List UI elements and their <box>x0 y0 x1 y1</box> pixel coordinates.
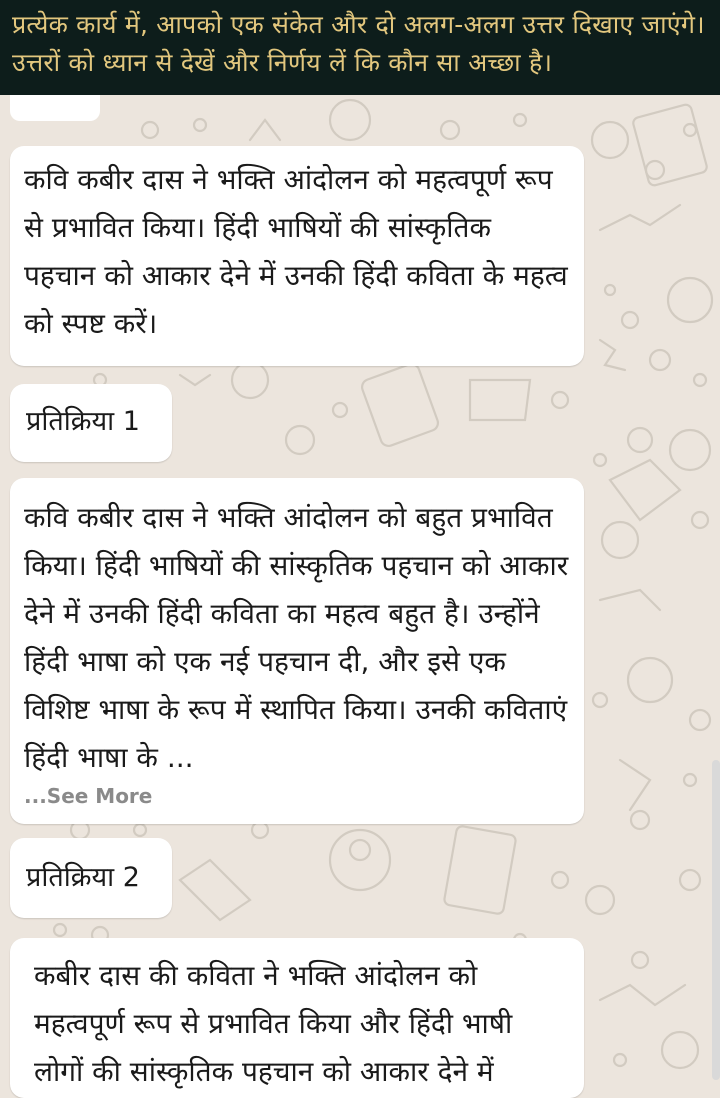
prompt-text: कवि कबीर दास ने भक्ति आंदोलन को महत्वपूर… <box>24 163 568 340</box>
instruction-banner: प्रत्येक कार्य में, आपको एक संकेत और दो … <box>0 0 720 95</box>
response-1-label-bubble: प्रतिक्रिया 1 <box>10 384 172 462</box>
scrollbar[interactable] <box>712 760 720 1080</box>
previous-message-bubble <box>10 95 100 121</box>
response-2-bubble: कबीर दास की कविता ने भक्ति आंदोलन को महत… <box>10 938 584 1098</box>
see-more-link[interactable]: ...See More <box>24 784 570 808</box>
instruction-text: प्रत्येक कार्य में, आपको एक संकेत और दो … <box>12 10 705 77</box>
response-2-text: कबीर दास की कविता ने भक्ति आंदोलन को महत… <box>34 959 513 1088</box>
response-1-label: प्रतिक्रिया 1 <box>26 406 140 437</box>
response-2-label-bubble: प्रतिक्रिया 2 <box>10 838 172 918</box>
response-1-text: कवि कबीर दास ने भक्ति आंदोलन को बहुत प्र… <box>24 501 569 774</box>
prompt-bubble: कवि कबीर दास ने भक्ति आंदोलन को महत्वपूर… <box>10 146 584 366</box>
response-1-bubble: कवि कबीर दास ने भक्ति आंदोलन को बहुत प्र… <box>10 478 584 824</box>
response-2-label: प्रतिक्रिया 2 <box>26 862 140 893</box>
